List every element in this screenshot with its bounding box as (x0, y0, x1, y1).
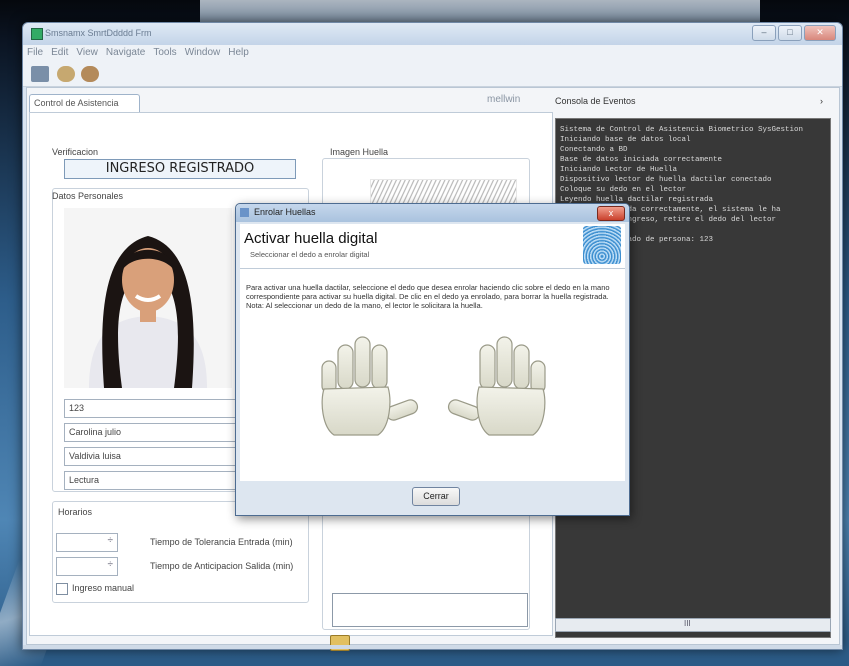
exit-spinner[interactable]: ÷ (56, 557, 118, 576)
dialog-footer: Cerrar (236, 482, 629, 514)
manual-checkbox[interactable] (56, 583, 68, 595)
right-ring-finger (513, 344, 530, 390)
menu-bar: File Edit View Navigate Tools Window Help (23, 45, 842, 62)
menu-help[interactable]: Help (224, 45, 253, 60)
menu-window[interactable]: Window (181, 45, 225, 60)
tolerance-label: Tiempo de Tolerancia Entrada (min) (150, 537, 293, 547)
fingerprint-text-area[interactable] (332, 593, 528, 627)
dialog-titlebar[interactable]: Enrolar Huellas x (236, 204, 629, 222)
menu-navigate[interactable]: Navigate (102, 45, 149, 60)
dialog-close-button[interactable]: x (597, 206, 625, 221)
console-header: Consola de Eventos › (555, 90, 833, 112)
tab-window-controls[interactable]: mellwin (487, 94, 520, 105)
console-line: Conectando a BD (560, 146, 628, 154)
app-icon (31, 28, 43, 40)
dialog-subheading: Seleccionar el dedo a enrolar digital (250, 250, 370, 259)
console-title: Consola de Eventos (555, 96, 636, 106)
dialog-header: Activar huella digital Seleccionar el de… (240, 224, 625, 269)
console-collapse-icon[interactable]: › (820, 90, 823, 112)
taskbar-glare (200, 0, 760, 22)
manual-checkbox-label: Ingreso manual (72, 583, 135, 593)
window-titlebar[interactable]: Smsnamx SmrtDdddd Frm – □ ✕ (23, 23, 842, 45)
window-close-button[interactable]: ✕ (804, 25, 836, 41)
exit-label: Tiempo de Anticipacion Salida (min) (150, 561, 294, 571)
left-middle-finger (354, 336, 371, 388)
dialog-body: Para activar una huella dactilar, selecc… (240, 269, 625, 481)
right-middle-finger (496, 336, 513, 388)
right-index-finger (479, 344, 496, 390)
left-ring-finger (337, 344, 354, 390)
console-line: Coloque su dedo en el lector (560, 186, 687, 194)
console-scrollbar[interactable]: III (555, 618, 831, 632)
menu-edit[interactable]: Edit (47, 45, 72, 60)
window-controls: – □ ✕ (752, 25, 836, 41)
hands-diagram (321, 336, 546, 436)
toolbar (23, 62, 842, 87)
fingerprint-logo-icon (583, 226, 621, 264)
right-thumb (447, 399, 481, 421)
undo-icon[interactable] (57, 66, 75, 82)
left-index-finger (371, 344, 388, 390)
horarios-label: Horarios (58, 507, 93, 517)
minimize-button[interactable]: – (752, 25, 776, 41)
dialog-description: Para activar una huella dactilar, selecc… (246, 283, 610, 310)
project-icon[interactable] (31, 66, 49, 82)
menu-view[interactable]: View (72, 45, 102, 60)
menu-tools[interactable]: Tools (149, 45, 180, 60)
dialog-heading: Activar huella digital (244, 230, 378, 247)
redo-icon[interactable] (81, 66, 99, 82)
right-palm (476, 386, 546, 436)
maximize-button[interactable]: □ (778, 25, 802, 41)
status-bar (23, 645, 842, 649)
menu-file[interactable]: File (23, 45, 47, 60)
dialog-title: Enrolar Huellas (254, 207, 316, 217)
console-line: Dispositivo lector de huella dactilar co… (560, 176, 772, 184)
tolerance-spinner[interactable]: ÷ (56, 533, 118, 552)
left-palm (321, 386, 391, 436)
verification-status: INGRESO REGISTRADO (64, 159, 296, 179)
console-line: Iniciando base de datos local (560, 136, 691, 144)
console-line: Sistema de Control de Asistencia Biometr… (560, 126, 804, 134)
verification-label: Verificacion (52, 147, 99, 157)
fingerprint-image-label: Imagen Huella (330, 147, 389, 157)
tab-control-asistencia[interactable]: Control de Asistencia (29, 94, 140, 112)
console-line: Base de datos iniciada correctamente (560, 156, 723, 164)
person-photo (64, 208, 232, 388)
personal-data-label: Datos Personales (52, 191, 124, 201)
close-dialog-button[interactable]: Cerrar (412, 487, 460, 506)
window-title: Smsnamx SmrtDdddd Frm (45, 28, 152, 38)
enroll-dialog: Enrolar Huellas x Activar huella digital… (235, 203, 630, 516)
console-line: Iniciando Lector de Huella (560, 166, 678, 174)
dialog-app-icon (240, 208, 249, 217)
